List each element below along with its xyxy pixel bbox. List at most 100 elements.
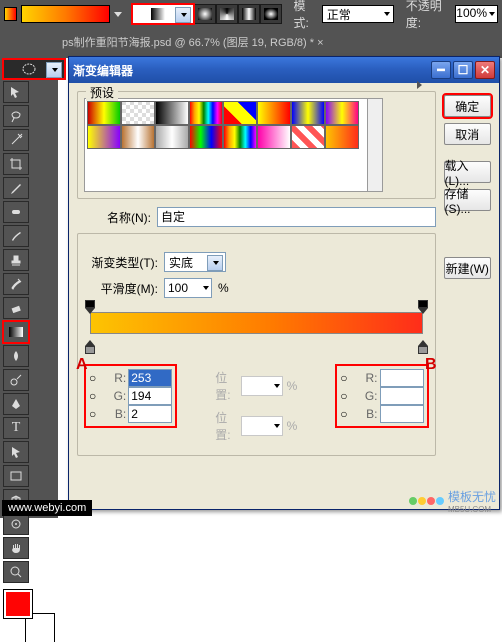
gradient-preview[interactable] <box>21 5 110 23</box>
preset-swatch[interactable] <box>223 125 257 149</box>
eraser-tool[interactable] <box>3 297 29 319</box>
b-g-input[interactable] <box>380 387 424 405</box>
heal-tool[interactable] <box>3 201 29 223</box>
dodge-tool[interactable] <box>3 369 29 391</box>
location-input[interactable] <box>241 376 283 396</box>
close-button[interactable]: ✕ <box>475 61 495 79</box>
gradient-editor-dialog: 渐变编辑器 ━ ☐ ✕ 预设 <box>68 56 500 510</box>
b-r-input[interactable] <box>380 369 424 387</box>
preset-swatch[interactable] <box>189 125 223 149</box>
move-tool[interactable] <box>3 81 29 103</box>
preset-swatch[interactable] <box>257 101 291 125</box>
gradient-swatch-icon[interactable] <box>4 7 17 21</box>
location-input[interactable] <box>241 416 283 436</box>
name-label: 名称(N): <box>77 209 151 226</box>
preset-swatch[interactable] <box>223 101 257 125</box>
stamp-tool[interactable] <box>3 249 29 271</box>
eyedropper-tool[interactable] <box>3 177 29 199</box>
color-stop-left[interactable] <box>85 340 95 354</box>
radio-icon[interactable]: ○ <box>89 389 96 403</box>
b-label: B: <box>98 407 126 421</box>
percent-label: % <box>218 281 229 295</box>
history-brush-tool[interactable] <box>3 273 29 295</box>
b-label: B: <box>350 407 378 421</box>
radio-icon[interactable]: ○ <box>89 407 96 421</box>
type-tool[interactable]: T <box>3 417 29 439</box>
reflected-gradient-button[interactable] <box>238 4 260 24</box>
b-b-input[interactable] <box>380 405 424 423</box>
linear-gradient-icon <box>151 8 165 20</box>
path-select-tool[interactable] <box>3 441 29 463</box>
lasso-tool[interactable] <box>3 105 29 127</box>
pen-tool[interactable] <box>3 393 29 415</box>
g-label: G: <box>350 389 378 403</box>
hand-tool[interactable] <box>3 537 29 559</box>
foreground-color-swatch[interactable] <box>4 590 32 618</box>
zoom-tool[interactable] <box>3 561 29 583</box>
preset-swatch[interactable] <box>325 125 359 149</box>
smoothness-input[interactable]: 100 <box>164 278 212 298</box>
dropdown-arrow-icon[interactable] <box>114 12 122 17</box>
opacity-stop-left[interactable] <box>85 300 95 314</box>
radio-icon[interactable]: ○ <box>89 371 96 385</box>
preset-swatch[interactable] <box>291 101 325 125</box>
gradient-bar[interactable] <box>90 312 423 334</box>
logo-icon <box>409 497 444 505</box>
preset-swatch[interactable] <box>87 101 121 125</box>
save-button[interactable]: 存储(S)... <box>444 189 492 211</box>
gradient-type-select[interactable]: 实底 <box>164 252 226 272</box>
preset-swatch[interactable] <box>87 125 121 149</box>
name-input[interactable]: 自定 <box>157 207 436 227</box>
diamond-gradient-button[interactable] <box>260 4 282 24</box>
gradient-ramp[interactable]: A B <box>90 312 423 342</box>
dialog-titlebar[interactable]: 渐变编辑器 ━ ☐ ✕ <box>69 57 499 83</box>
preset-swatch[interactable] <box>155 101 189 125</box>
preset-swatch[interactable] <box>189 101 223 125</box>
opacity-stop-right[interactable] <box>418 300 428 314</box>
a-b-input[interactable] <box>128 405 172 423</box>
angle-gradient-icon <box>220 8 234 20</box>
wand-tool[interactable] <box>3 129 29 151</box>
linear-gradient-button[interactable] <box>132 4 194 24</box>
radio-icon[interactable]: ○ <box>340 389 347 403</box>
diamond-gradient-icon <box>264 8 278 20</box>
preset-swatch[interactable] <box>291 125 325 149</box>
preset-swatch[interactable] <box>325 101 359 125</box>
preset-swatch[interactable] <box>257 125 291 149</box>
3d-camera-tool[interactable] <box>3 513 29 535</box>
color-stop-right[interactable] <box>418 340 428 354</box>
cancel-button[interactable]: 取消 <box>444 123 492 145</box>
preset-scrollbar[interactable] <box>368 98 383 192</box>
mode-label: 模式: <box>294 0 318 31</box>
brush-tool[interactable] <box>3 225 29 247</box>
radio-icon[interactable]: ○ <box>340 407 347 421</box>
preset-swatch[interactable] <box>121 101 155 125</box>
radio-icon[interactable]: ○ <box>340 371 347 385</box>
presets-group: 预设 <box>77 91 436 199</box>
a-g-input[interactable] <box>128 387 172 405</box>
angle-gradient-button[interactable] <box>216 4 238 24</box>
presets-label: 预设 <box>86 84 118 101</box>
blur-tool[interactable] <box>3 345 29 367</box>
mode-select[interactable]: 正常 <box>322 5 394 23</box>
maximize-button[interactable]: ☐ <box>453 61 473 79</box>
new-button[interactable]: 新建(W) <box>444 257 492 279</box>
crop-tool[interactable] <box>3 153 29 175</box>
a-r-input[interactable] <box>128 369 172 387</box>
reflected-gradient-icon <box>242 8 256 20</box>
load-button[interactable]: 载入(L)... <box>444 161 492 183</box>
gradient-type-group <box>132 4 282 24</box>
options-bar: 模式: 正常 不透明度: 100% <box>0 0 502 28</box>
preset-swatch[interactable] <box>121 125 155 149</box>
preset-swatch[interactable] <box>155 125 189 149</box>
ok-button[interactable]: 确定 <box>444 95 492 117</box>
opacity-input[interactable]: 100% <box>455 5 498 23</box>
background-color-swatch[interactable] <box>26 614 54 642</box>
shape-tool[interactable] <box>3 465 29 487</box>
document-tab[interactable]: ps制作重阳节海报.psd @ 66.7% (图层 19, RGB/8) * × <box>62 30 324 54</box>
gradient-tool[interactable] <box>3 321 29 343</box>
color-swatches <box>4 590 54 642</box>
minimize-button[interactable]: ━ <box>431 61 451 79</box>
marquee-tool[interactable] <box>3 59 65 79</box>
radial-gradient-button[interactable] <box>194 4 216 24</box>
